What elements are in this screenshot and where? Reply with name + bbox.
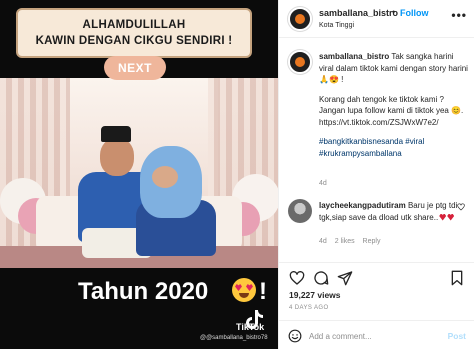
action-bar xyxy=(279,262,474,292)
more-options-icon[interactable]: ••• xyxy=(451,8,467,22)
comment-composer: Post xyxy=(279,320,474,349)
posted-date: 4 DAYS AGO xyxy=(289,305,329,311)
heart-emoji-icon xyxy=(447,213,455,221)
caption-hashtags[interactable]: #bangkitkanbisnesanda #viral #krukrampys… xyxy=(319,136,469,159)
header-username[interactable]: samballana_bistro xyxy=(319,8,398,18)
comments-section[interactable]: samballana_bistro Tak sangka harini vira… xyxy=(279,39,474,261)
year-caption-mark: ! xyxy=(259,278,267,305)
views-count[interactable]: 19,227 views xyxy=(289,290,341,300)
comment-likes[interactable]: 2 likes xyxy=(335,238,355,245)
reply-button[interactable]: Reply xyxy=(363,238,381,245)
post-media[interactable]: ALHAMDULILLAH KAWIN DENGAN CIKGU SENDIRI… xyxy=(0,0,278,349)
comment-input[interactable] xyxy=(309,328,433,344)
avatar[interactable] xyxy=(288,50,312,74)
avatar[interactable] xyxy=(288,7,312,31)
share-icon[interactable] xyxy=(337,270,353,286)
banner-line-1: ALHAMDULILLAH xyxy=(82,19,186,31)
follow-button[interactable]: Follow xyxy=(400,8,429,18)
caption-emoji-1: 🙏😍 ! xyxy=(319,75,344,84)
video-banner: ALHAMDULILLAH KAWIN DENGAN CIKGU SENDIRI… xyxy=(16,8,252,58)
separator-dot: • xyxy=(392,7,396,17)
emoji-smiley-icon[interactable] xyxy=(288,329,302,343)
post-comment-button[interactable]: Post xyxy=(448,331,466,341)
caption-username[interactable]: samballana_bistro xyxy=(319,52,389,61)
comment-icon[interactable] xyxy=(313,270,329,286)
next-button[interactable]: NEXT xyxy=(104,56,166,80)
tiktok-watermark: @@samballana_bistro78 xyxy=(200,335,268,341)
heart-eyes-emoji-icon xyxy=(232,278,256,302)
year-caption: Tahun 2020 xyxy=(78,278,209,305)
heart-emoji-icon xyxy=(439,213,447,221)
caption-timestamp: 4d xyxy=(319,180,327,187)
post-sidebar: samballana_bistro • Follow Kota Tinggi •… xyxy=(278,0,474,349)
caption-emoji-2: 😊. xyxy=(451,106,464,115)
tiktok-label: TikTok xyxy=(236,322,265,332)
caption-line-2: Korang dah tengok ke tiktok kami ? Janga… xyxy=(319,94,449,116)
comment-timestamp: 4d xyxy=(319,238,327,245)
wedding-photo xyxy=(0,78,278,268)
like-heart-icon[interactable] xyxy=(289,270,305,286)
avatar[interactable] xyxy=(288,199,312,223)
comment-like-heart-icon[interactable] xyxy=(457,203,465,211)
location-link[interactable]: Kota Tinggi xyxy=(319,22,354,29)
comment-username[interactable]: laycheekangpadutiram xyxy=(319,201,406,210)
post-header: samballana_bistro • Follow Kota Tinggi •… xyxy=(279,0,474,38)
caption-link[interactable]: https://vt.tiktok.com/ZSJWxW7e2/ xyxy=(319,117,469,129)
banner-line-2: KAWIN DENGAN CIKGU SENDIRI ! xyxy=(35,35,233,47)
save-bookmark-icon[interactable] xyxy=(449,270,465,286)
